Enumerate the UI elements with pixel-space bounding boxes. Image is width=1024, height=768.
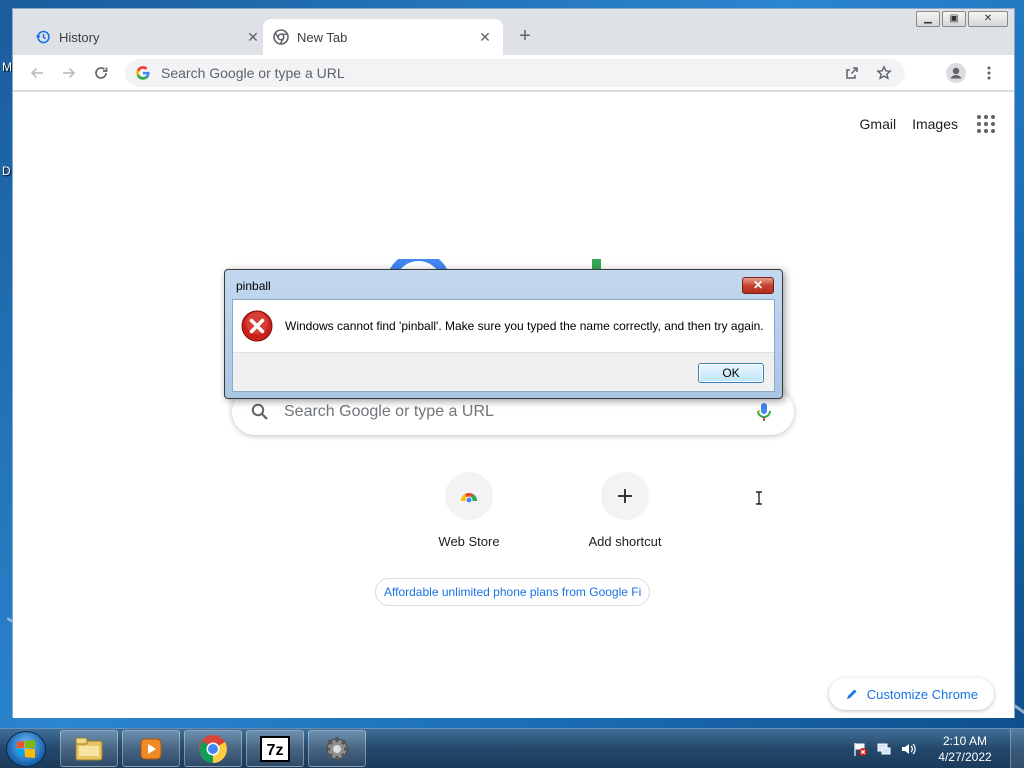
tab-close-icon[interactable]: ✕ <box>477 29 493 45</box>
gmail-link[interactable]: Gmail <box>860 116 897 132</box>
plus-icon <box>601 472 649 520</box>
google-apps-icon[interactable] <box>974 112 998 136</box>
volume-icon[interactable] <box>900 741 916 757</box>
reload-button[interactable] <box>89 61 113 85</box>
tab-new-tab[interactable]: New Tab ✕ <box>263 19 503 55</box>
shortcut-web-store[interactable]: Web Store <box>413 472 525 549</box>
shortcut-label: Web Store <box>438 534 500 549</box>
new-tab-button[interactable]: + <box>513 25 537 49</box>
taskbar-7zip[interactable]: 7z <box>246 730 304 767</box>
history-icon <box>35 29 51 45</box>
customize-chrome-button[interactable]: Customize Chrome <box>828 678 994 710</box>
kebab-menu-icon <box>987 66 991 80</box>
google-g-icon <box>135 65 151 81</box>
taskbar-media-player[interactable] <box>122 730 180 767</box>
chrome-menu-button[interactable] <box>977 61 1001 85</box>
web-store-icon <box>445 472 493 520</box>
reload-icon <box>95 67 108 79</box>
promo-link[interactable]: Affordable unlimited phone plans from Go… <box>375 578 651 606</box>
dialog-footer: OK <box>233 352 774 391</box>
back-button[interactable] <box>25 61 49 85</box>
omnibox-placeholder: Search Google or type a URL <box>161 65 345 81</box>
close-window-button[interactable]: ✕ <box>968 11 1008 27</box>
pencil-icon <box>846 689 857 699</box>
bookmark-star-icon[interactable] <box>873 62 895 84</box>
minimize-button[interactable]: ▁ <box>916 11 940 27</box>
tab-strip: History ✕ New Tab ✕ + ▁ ▣ ✕ <box>13 9 1014 55</box>
profile-button[interactable] <box>944 61 968 85</box>
customize-label: Customize Chrome <box>866 686 978 702</box>
taskbar-settings[interactable] <box>308 730 366 767</box>
ok-button[interactable]: OK <box>698 363 764 383</box>
dialog-close-button[interactable]: ✕ <box>742 277 774 294</box>
top-links: Gmail Images <box>860 112 998 136</box>
clock-time: 2:10 AM <box>942 734 988 748</box>
show-desktop-button[interactable] <box>1010 729 1024 768</box>
desktop-icon-label[interactable]: M <box>2 60 12 74</box>
windows-logo-icon <box>17 740 35 758</box>
media-player-icon <box>140 738 162 759</box>
network-icon[interactable] <box>876 741 892 757</box>
profile-avatar-icon <box>946 63 966 83</box>
tab-close-icon[interactable]: ✕ <box>245 29 261 45</box>
chrome-icon <box>273 29 289 45</box>
clock-date: 4/27/2022 <box>938 750 992 764</box>
svg-text:7z: 7z <box>267 742 284 759</box>
text-cursor-icon <box>756 491 762 505</box>
shortcuts-grid: Web Store Add shortcut <box>413 472 681 549</box>
voice-search-mic-icon[interactable] <box>752 400 776 424</box>
error-dialog: pinball ✕ Windows cannot find 'pinball'.… <box>224 269 783 399</box>
chrome-icon <box>199 734 227 763</box>
taskbar-chrome[interactable] <box>184 730 242 767</box>
share-icon[interactable] <box>841 62 863 84</box>
system-tray: 2:10 AM 4/27/2022 <box>848 729 1024 768</box>
new-tab-page: Gmail Images Search Google or type a URL <box>13 92 1014 718</box>
dialog-title: pinball <box>236 279 271 293</box>
forward-button[interactable] <box>57 61 81 85</box>
images-link[interactable]: Images <box>912 116 958 132</box>
desktop-icon-label[interactable]: D <box>2 164 11 178</box>
back-arrow-icon <box>30 67 43 79</box>
tab-title: New Tab <box>297 29 348 45</box>
omnibox[interactable]: Search Google or type a URL <box>125 59 905 87</box>
clock[interactable]: 2:10 AM 4/27/2022 <box>920 733 1010 765</box>
tab-history[interactable]: History ✕ <box>25 19 271 55</box>
search-placeholder: Search Google or type a URL <box>284 403 494 420</box>
browser-toolbar: Search Google or type a URL <box>13 55 1014 91</box>
shortcut-label: Add shortcut <box>588 534 662 549</box>
action-center-flag-icon[interactable] <box>852 741 868 757</box>
tab-title: History <box>59 29 100 45</box>
dialog-message: Windows cannot find 'pinball'. Make sure… <box>285 319 764 333</box>
search-icon <box>250 402 270 422</box>
settings-gear-icon <box>325 736 349 761</box>
file-explorer-icon <box>75 737 103 760</box>
dialog-message-area: Windows cannot find 'pinball'. Make sure… <box>233 300 774 352</box>
error-icon <box>241 310 273 342</box>
shortcut-add[interactable]: Add shortcut <box>569 472 681 549</box>
taskbar-file-explorer[interactable] <box>60 730 118 767</box>
window-controls: ▁ ▣ ✕ <box>916 11 1008 27</box>
taskbar: 7z 2:10 AM 4/27/2022 <box>0 728 1024 768</box>
forward-arrow-icon <box>63 67 76 79</box>
start-button[interactable] <box>6 731 46 767</box>
dialog-body: Windows cannot find 'pinball'. Make sure… <box>232 299 775 392</box>
7zip-icon: 7z <box>260 735 290 762</box>
maximize-button[interactable]: ▣ <box>942 11 966 27</box>
